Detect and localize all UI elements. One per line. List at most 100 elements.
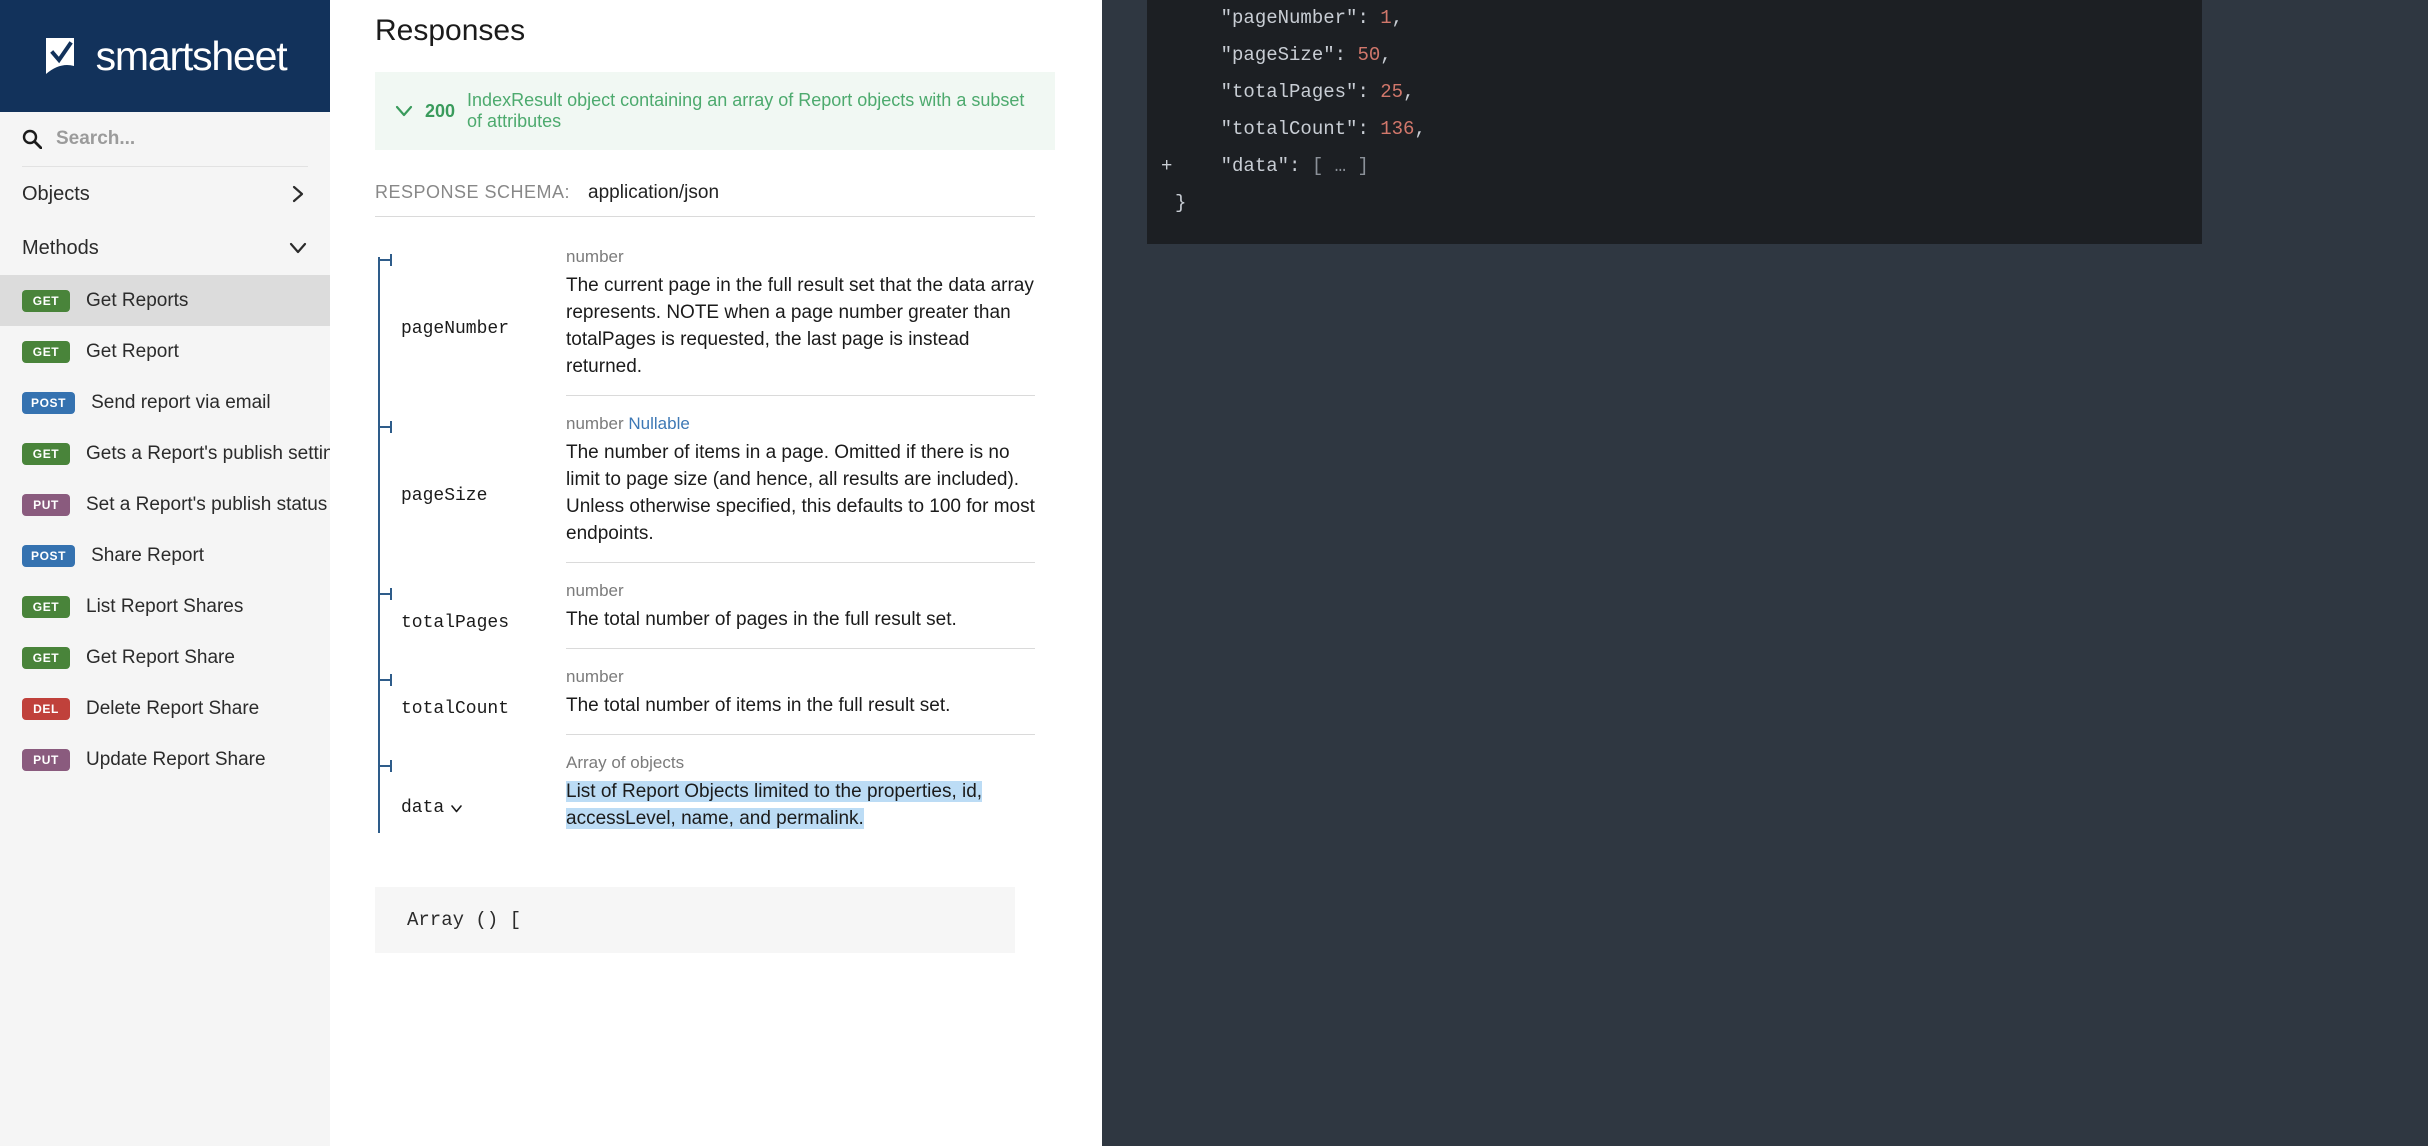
schema-property-type: Array of objects — [566, 749, 1035, 773]
code-key: "pageSize" — [1220, 44, 1335, 66]
sidebar-method-item[interactable]: GET Get Report Share — [0, 632, 330, 683]
sidebar-method-item[interactable]: POST Send report via email — [0, 377, 330, 428]
selected-text: List of Report Objects limited to the pr… — [566, 780, 983, 829]
schema-property-row: totalPages number The total number of page… — [375, 577, 1035, 663]
schema-property-body: number The total number of items in the f… — [566, 663, 1035, 735]
brand-name: smartsheet — [95, 32, 288, 79]
http-verb-badge: PUT — [22, 493, 70, 516]
schema-property-row: pageSize number Nullable The number of ite… — [375, 410, 1035, 577]
schema-property-row: totalCount number The total number of item… — [375, 663, 1035, 749]
description-text: The current page in the full result set … — [566, 275, 1034, 377]
code-value: 25 — [1380, 81, 1404, 103]
code-value: 136 — [1380, 118, 1415, 140]
code-trailing-punct: , — [1380, 44, 1392, 66]
page-title: Responses — [375, 14, 526, 47]
code-trailing-punct: , — [1414, 118, 1426, 140]
code-separator: : — [1357, 7, 1381, 29]
response-schema-label: RESPONSE SCHEMA: — [375, 182, 571, 202]
status-code-badge: 200 — [425, 100, 456, 121]
schema-property-row: pageNumber number The current page in the … — [375, 243, 1035, 410]
expand-toggle-icon[interactable]: + — [1161, 148, 1172, 185]
schema-property-name: totalPages — [401, 577, 566, 663]
sidebar-method-item[interactable]: POST Share Report — [0, 530, 330, 581]
schema-property-list: pageNumber number The current page in the … — [375, 243, 1035, 861]
schema-property-type: number — [566, 663, 1035, 687]
description-text: The total number of items in the full re… — [566, 694, 951, 716]
tree-branch-tick — [378, 254, 392, 266]
array-sample-block: Array () [ — [375, 886, 1015, 953]
sidebar-method-label: Get Reports — [86, 289, 189, 311]
schema-property-type: number Nullable — [566, 410, 1035, 434]
schema-property-name: pageSize — [401, 410, 566, 577]
array-sample-text: Array () [ — [407, 908, 522, 931]
http-verb-badge: POST — [22, 391, 76, 414]
code-line: "pageSize": 50, — [1147, 37, 2202, 74]
chevron-down-icon[interactable] — [395, 102, 413, 120]
sidebar-group-methods[interactable]: Methods — [0, 221, 330, 275]
sidebar-method-item[interactable]: PUT Set a Report's publish status — [0, 479, 330, 530]
chevron-right-icon — [288, 184, 308, 204]
sidebar-method-item[interactable]: GET Get Reports — [0, 275, 330, 326]
chevron-down-icon[interactable] — [450, 801, 463, 814]
sidebar-group-objects-label: Objects — [22, 182, 90, 205]
sidebar-method-item[interactable]: DEL Delete Report Share — [0, 683, 330, 734]
nullable-flag: Nullable — [628, 413, 690, 433]
brand-header[interactable]: smartsheet — [0, 0, 330, 112]
http-verb-badge: POST — [22, 544, 76, 567]
code-value: [ … ] — [1311, 155, 1369, 177]
schema-property-body: Array of objects List of Report Objects l… — [566, 749, 1035, 847]
http-verb-badge: DEL — [22, 697, 70, 720]
api-docs-page: smartsheet Search... Objects Methods GET… — [0, 0, 2428, 1146]
sidebar-method-label: Get Report Share — [86, 646, 235, 668]
sidebar-method-label: Update Report Share — [86, 748, 266, 770]
sidebar-method-item[interactable]: GET Get Report — [0, 326, 330, 377]
schema-property-type-text: number — [566, 247, 624, 266]
sidebar-method-item[interactable]: GET List Report Shares — [0, 581, 330, 632]
smartsheet-check-logo-icon — [44, 36, 82, 76]
schema-property-row: data Array of objects List of Report Objec… — [375, 749, 1035, 861]
schema-property-type: number — [566, 243, 1035, 267]
search-input[interactable]: Search... — [22, 112, 308, 167]
schema-property-name-text: totalPages — [401, 612, 510, 633]
schema-property-type-text: number — [566, 413, 624, 433]
code-key: "totalPages" — [1220, 81, 1358, 103]
sidebar-method-item[interactable]: PUT Update Report Share — [0, 734, 330, 785]
tree-branch-tick — [378, 587, 392, 600]
sidebar-method-label: List Report Shares — [86, 595, 244, 617]
code-line: "totalPages": 25, — [1147, 74, 2202, 111]
code-line: } — [1147, 185, 2202, 222]
tree-branch-tick — [378, 420, 392, 433]
http-verb-badge: GET — [22, 646, 70, 669]
schema-property-type-text: number — [566, 666, 624, 686]
code-separator: : — [1357, 81, 1381, 103]
schema-property-name-text: pageNumber — [401, 319, 510, 340]
schema-property-name-text: data — [401, 797, 445, 818]
sidebar-group-objects[interactable]: Objects — [0, 167, 330, 221]
schema-property-name: pageNumber — [401, 243, 566, 410]
schema-property-name: totalCount — [401, 663, 566, 749]
response-200-banner[interactable]: 200 IndexResult object containing an arr… — [375, 72, 1055, 150]
schema-property-type-text: number — [566, 580, 624, 600]
response-schema-value: application/json — [588, 182, 720, 203]
http-verb-badge: GET — [22, 442, 70, 465]
code-key: "totalCount" — [1220, 118, 1358, 140]
schema-property-description: The total number of items in the full re… — [566, 693, 1035, 720]
status-description: IndexResult object containing an array o… — [467, 90, 1025, 131]
sidebar-method-item[interactable]: GET Gets a Report's publish settings — [0, 428, 330, 479]
http-verb-badge: PUT — [22, 748, 70, 771]
schema-property-body: number The total number of pages in the f… — [566, 577, 1035, 649]
http-verb-badge: GET — [22, 289, 70, 312]
description-text: The total number of pages in the full re… — [566, 608, 957, 630]
search-icon — [22, 129, 43, 150]
sidebar-method-label: Share Report — [91, 544, 205, 566]
code-trailing-punct: , — [1403, 81, 1415, 103]
schema-property-type: number — [566, 577, 1035, 601]
http-verb-badge: GET — [22, 595, 70, 618]
code-value: 50 — [1357, 44, 1381, 66]
json-response-code-block[interactable]: "pageNumber": 1, "pageSize": 50, "totalP… — [1147, 0, 2202, 244]
schema-property-description: The current page in the full result set … — [566, 273, 1035, 381]
schema-property-name-text: totalCount — [401, 698, 510, 719]
